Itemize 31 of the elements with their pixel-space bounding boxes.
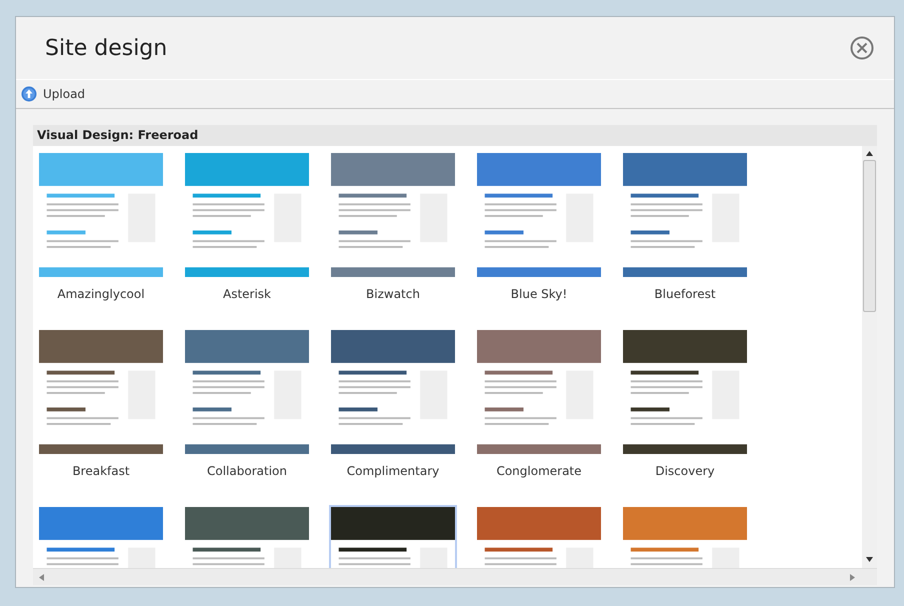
scroll-up-icon[interactable] [866,151,873,156]
section-header: Visual Design: Freeroad [33,125,877,146]
template-name: Breakfast [72,464,130,478]
template-name: Bizwatch [366,287,420,301]
template-name: Amazinglycool [57,287,145,301]
template-thumbnail[interactable] [329,328,457,456]
close-icon[interactable] [850,36,874,60]
template-name: Blue Sky! [510,287,568,301]
template-name: Conglomerate [496,464,582,478]
template-thumbnail[interactable] [475,328,603,456]
template-name: Complimentary [346,464,440,478]
template-thumbnail[interactable] [37,328,165,456]
template-thumbnail[interactable] [37,151,165,279]
template-thumbnail[interactable] [621,328,749,456]
template-thumbnail[interactable] [475,151,603,279]
template-name: Discovery [655,464,715,478]
template-thumbnail[interactable] [621,151,749,279]
template-name: Asterisk [222,287,272,301]
vertical-scrollbar[interactable] [862,146,877,568]
dialog-title: Site design [45,36,168,60]
template-thumbnail[interactable] [329,151,457,279]
scroll-left-icon[interactable] [39,574,44,580]
template-name: Blueforest [654,287,716,301]
template-name: Collaboration [207,464,287,478]
template-thumbnail[interactable] [183,151,311,279]
upload-arrow-icon [21,86,37,102]
horizontal-scrollbar[interactable] [33,568,877,585]
template-thumbnail[interactable] [183,328,311,456]
upload-button[interactable]: Upload [21,86,86,102]
scroll-down-icon[interactable] [866,557,873,562]
scroll-right-icon[interactable] [850,574,855,580]
